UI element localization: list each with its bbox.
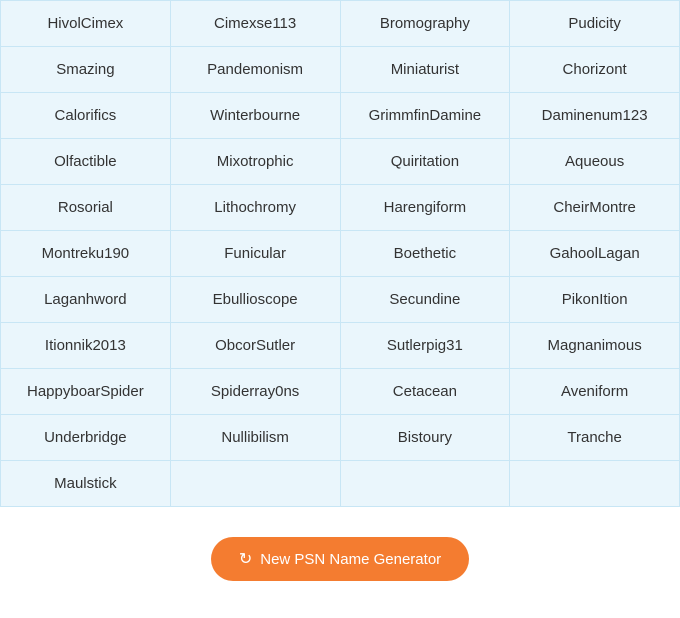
grid-cell[interactable]: Itionnik2013 (1, 323, 171, 369)
grid-cell[interactable]: Smazing (1, 47, 171, 93)
grid-cell[interactable]: HappyboarSpider (1, 369, 171, 415)
grid-cell[interactable]: Aveniform (510, 369, 680, 415)
grid-cell[interactable]: Olfactible (1, 139, 171, 185)
grid-cell-empty (510, 461, 680, 507)
grid-cell[interactable]: Winterbourne (171, 93, 341, 139)
grid-cell[interactable]: Rosorial (1, 185, 171, 231)
grid-cell[interactable]: Laganhword (1, 277, 171, 323)
grid-cell[interactable]: Bistoury (341, 415, 511, 461)
grid-cell[interactable]: Sutlerpig31 (341, 323, 511, 369)
grid-cell-empty (171, 461, 341, 507)
grid-cell[interactable]: Maulstick (1, 461, 171, 507)
grid-cell[interactable]: Mixotrophic (171, 139, 341, 185)
grid-container: HivolCimexCimexse113BromographyPudicity S… (0, 0, 680, 507)
grid-cell[interactable]: Funicular (171, 231, 341, 277)
grid-cell[interactable]: PikonItion (510, 277, 680, 323)
grid-cell-empty (341, 461, 511, 507)
grid-cell[interactable]: Calorifics (1, 93, 171, 139)
grid-cell[interactable]: Magnanimous (510, 323, 680, 369)
grid-cell[interactable]: Bromography (341, 1, 511, 47)
grid-cell[interactable]: Cimexse113 (171, 1, 341, 47)
generate-button-label: New PSN Name Generator (260, 551, 441, 568)
grid-cell[interactable]: Secundine (341, 277, 511, 323)
grid-cell[interactable]: Miniaturist (341, 47, 511, 93)
grid-cell[interactable]: Harengiform (341, 185, 511, 231)
grid-cell[interactable]: Pudicity (510, 1, 680, 47)
grid-cell[interactable]: Chorizont (510, 47, 680, 93)
button-row: ↻ New PSN Name Generator (0, 507, 680, 601)
grid-cell[interactable]: GahoolLagan (510, 231, 680, 277)
generate-button[interactable]: ↻ New PSN Name Generator (211, 537, 469, 581)
grid-cell[interactable]: Pandemonism (171, 47, 341, 93)
grid-cell[interactable]: Aqueous (510, 139, 680, 185)
grid-cell[interactable]: ObcorSutler (171, 323, 341, 369)
grid-cell[interactable]: Ebullioscope (171, 277, 341, 323)
grid-cell[interactable]: GrimmfinDamine (341, 93, 511, 139)
grid-cell[interactable]: Tranche (510, 415, 680, 461)
grid-cell[interactable]: Daminenum123 (510, 93, 680, 139)
refresh-icon: ↻ (239, 549, 252, 569)
grid-cell[interactable]: Lithochromy (171, 185, 341, 231)
grid-cell[interactable]: CheirMontre (510, 185, 680, 231)
grid-cell[interactable]: Boethetic (341, 231, 511, 277)
grid-cell[interactable]: Nullibilism (171, 415, 341, 461)
grid-cell[interactable]: Cetacean (341, 369, 511, 415)
grid-cell[interactable]: Spiderray0ns (171, 369, 341, 415)
grid-cell[interactable]: Quiritation (341, 139, 511, 185)
grid-cell[interactable]: Underbridge (1, 415, 171, 461)
grid-cell[interactable]: HivolCimex (1, 1, 171, 47)
grid-cell[interactable]: Montreku190 (1, 231, 171, 277)
